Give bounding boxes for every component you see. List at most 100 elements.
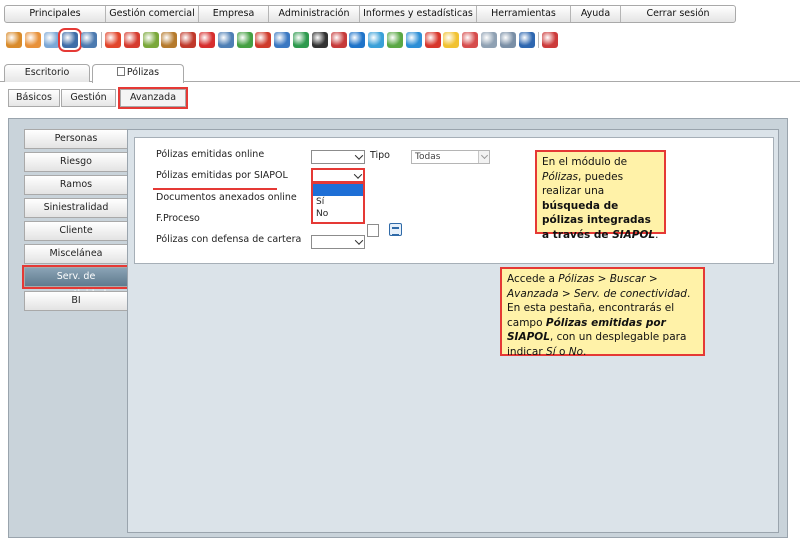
icon-toolbar [6, 28, 561, 52]
callout-text: Pólizas [542, 170, 579, 183]
callout-text: . [583, 345, 587, 358]
subtab-gestion[interactable]: Gestión [61, 89, 116, 107]
callout-text: o [555, 345, 569, 358]
calendar-icon[interactable] [389, 223, 402, 236]
toolbar-separator [100, 32, 102, 48]
sidebar-item-personas[interactable]: Personas [24, 129, 128, 149]
help-icon[interactable] [542, 32, 559, 48]
globe-dark-icon[interactable] [311, 32, 328, 48]
defensa-label: Pólizas con defensa de cartera [156, 234, 302, 245]
sidebar-item-label: Miscelánea [49, 248, 103, 259]
tipo-select[interactable]: Todas [411, 150, 490, 164]
phone-icon[interactable] [518, 32, 535, 48]
dropdown-option-si[interactable]: Sí [313, 196, 363, 208]
page-tabbar: Escritorio Pólizas [0, 62, 800, 83]
battery-icon[interactable] [236, 32, 253, 48]
siapol-select[interactable] [311, 168, 365, 183]
callout-info-1: En el módulo de Pólizas, puedes realizar… [535, 150, 666, 241]
sidebar-item-serv-conectividad[interactable]: Serv. de conectividad [24, 267, 128, 300]
toolbar-separator [538, 32, 540, 48]
menu-item[interactable]: Principales [5, 6, 106, 22]
user-group-icon[interactable] [43, 32, 60, 48]
menu-item[interactable]: Administración [269, 6, 360, 22]
dropdown-option[interactable] [313, 184, 363, 196]
google-icon[interactable] [424, 32, 441, 48]
sidebar-item-label: Personas [54, 133, 98, 144]
sidebar-item-miscelanea[interactable]: Miscelánea [24, 244, 128, 264]
tab-label: Escritorio [24, 67, 70, 78]
chevron-down-icon [354, 151, 364, 160]
search-form: Pólizas emitidas online Tipo Todas Póliz… [134, 137, 774, 264]
tab-escritorio[interactable]: Escritorio [4, 64, 90, 82]
diamond-icon[interactable] [368, 32, 385, 48]
sidebar-item-label: Cliente [59, 225, 93, 236]
sidebar-item-label: Ramos [59, 179, 93, 190]
menu-item[interactable]: Ayuda [571, 6, 621, 22]
fire-icon[interactable] [104, 32, 121, 48]
tab-label: Pólizas [126, 67, 160, 78]
subtab-basicos[interactable]: Básicos [8, 89, 60, 107]
main-menu: Principales Gestión comercial Empresa Admin… [4, 5, 736, 23]
sidebar-item-riesgo[interactable]: Riesgo [24, 152, 128, 172]
sidebar-item-siniestralidad[interactable]: Siniestralidad [24, 198, 128, 218]
medical-case-icon[interactable] [180, 32, 197, 48]
blue-circle-icon[interactable] [349, 32, 366, 48]
callout-text: En el módulo de [542, 156, 628, 168]
menu-item[interactable]: Cerrar sesión [621, 6, 735, 22]
sidebar-item-bi[interactable]: BI [24, 291, 128, 311]
notes-icon[interactable] [480, 32, 497, 48]
callout-text: . [655, 228, 659, 241]
siapol-dropdown: Sí No [311, 182, 365, 224]
person-red-icon[interactable] [255, 32, 272, 48]
network-icon[interactable] [330, 32, 347, 48]
subtab-label: Avanzada [129, 92, 177, 103]
policies-icon[interactable] [58, 28, 83, 52]
form-icon[interactable] [462, 32, 479, 48]
tipo-value: Todas [415, 152, 441, 162]
menu-item[interactable]: Herramientas [477, 6, 571, 22]
chevron-down-icon [353, 170, 363, 179]
siapol-label: Pólizas emitidas por SIAPOL [156, 170, 288, 181]
callout-text: Sí [546, 345, 556, 358]
chevron-down-icon [478, 151, 489, 163]
menu-item[interactable]: Empresa [199, 6, 269, 22]
subtab-label: Gestión [70, 92, 107, 103]
person-blue-icon[interactable] [274, 32, 291, 48]
pencil-icon[interactable] [142, 32, 159, 48]
refresh-icon[interactable] [405, 32, 422, 48]
defensa-select[interactable] [311, 235, 365, 249]
callout-text: Accede a [507, 273, 559, 285]
sidebar-item-label: Riesgo [60, 156, 92, 167]
dropdown-option-no[interactable]: No [313, 208, 363, 220]
emitidas-online-label: Pólizas emitidas online [156, 149, 265, 160]
monitor-icon[interactable] [81, 32, 98, 48]
tab-polizas[interactable]: Pólizas [92, 64, 184, 83]
sidebar-item-ramos[interactable]: Ramos [24, 175, 128, 195]
mail-icon[interactable] [217, 32, 234, 48]
menu-item[interactable]: Gestión comercial [106, 6, 199, 22]
tipo-label: Tipo [370, 150, 390, 161]
fproceso-label: F.Proceso [156, 213, 200, 224]
fproceso-input[interactable] [367, 224, 379, 237]
anexados-label: Documentos anexados online [156, 192, 297, 203]
briefcase-icon[interactable] [161, 32, 178, 48]
subtab-avanzada[interactable]: Avanzada [120, 89, 186, 107]
chevron-down-icon [354, 236, 364, 245]
highlight-underline [153, 188, 277, 190]
search-doc-icon[interactable] [499, 32, 516, 48]
user-orange-icon[interactable] [24, 32, 41, 48]
money-icon[interactable] [292, 32, 309, 48]
callout-info-2: Accede a Pólizas > Buscar > Avanzada > S… [500, 267, 705, 358]
red-m-icon[interactable] [198, 32, 215, 48]
bulb-icon[interactable] [443, 32, 460, 48]
sidebar-item-label: BI [71, 295, 81, 306]
subtab-label: Básicos [16, 92, 52, 103]
sidebar-item-label: Siniestralidad [43, 202, 109, 213]
sidebar-item-cliente[interactable]: Cliente [24, 221, 128, 241]
menu-item[interactable]: Informes y estadísticas [360, 6, 477, 22]
callout-text: No [568, 345, 584, 358]
target-icon[interactable] [123, 32, 140, 48]
emitidas-online-select[interactable] [311, 150, 365, 164]
green-arrows-icon[interactable] [386, 32, 403, 48]
package-icon[interactable] [6, 32, 22, 48]
